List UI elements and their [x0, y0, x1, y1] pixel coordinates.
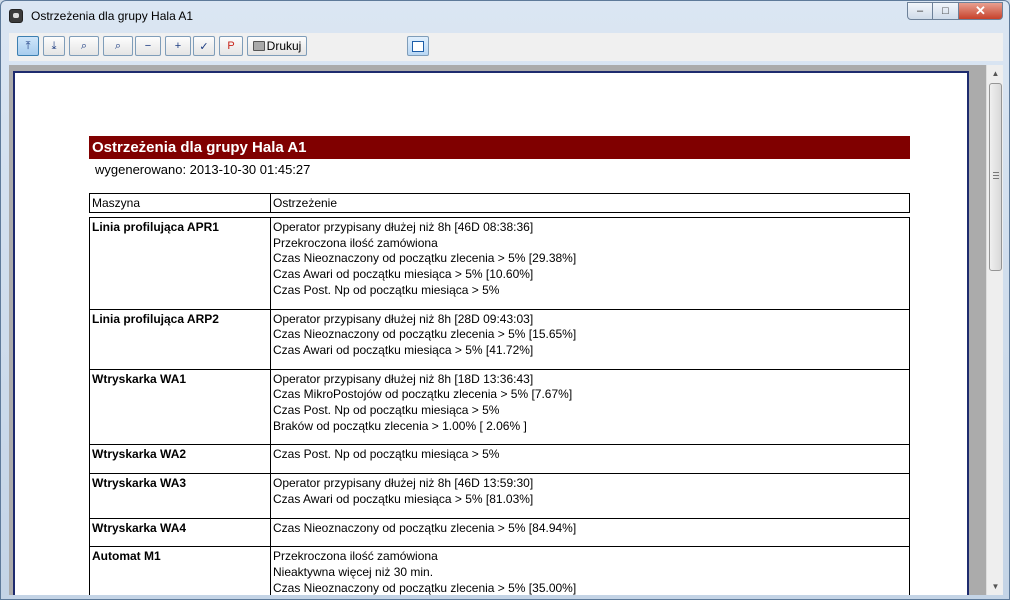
- machine-name: Linia profilująca APR1: [90, 218, 271, 309]
- table-row: Linia profilująca APR1 Operator przypisan…: [90, 218, 909, 309]
- zoom-page-icon: ⌕: [80, 39, 88, 52]
- warning-line: Operator przypisany dłużej niż 8h [46D 0…: [273, 220, 534, 234]
- grip-icon: [993, 172, 999, 179]
- machine-name: Wtryskarka WA1: [90, 369, 271, 445]
- report-page: Ostrzeżenia dla grupy Hala A1 wygenerowa…: [27, 83, 967, 595]
- warning-line: Czas Nieoznaczony od początku zlecenia >…: [273, 520, 577, 535]
- print-label: Drukuj: [266, 39, 302, 53]
- warning-line: Nieaktywna więcej niż 30 min.: [273, 564, 434, 579]
- machine-name: Linia profilująca ARP2: [90, 309, 271, 369]
- warning-line: Czas Nieoznaczony od początku zlecenia >…: [273, 327, 577, 342]
- maximize-button[interactable]: □: [933, 2, 959, 20]
- machine-name: Wtryskarka WA3: [90, 474, 271, 518]
- warning-list: Operator przypisany dłużej niż 8h [28D 0…: [271, 310, 909, 369]
- warning-line: Braków od początku zlecenia > 1.00% [ 2.…: [273, 418, 527, 433]
- warning-list: Czas Post. Np od początku miesiąca > 5%: [271, 445, 909, 473]
- page-frame: Ostrzeżenia dla grupy Hala A1 wygenerowa…: [13, 71, 969, 595]
- header-warning: Ostrzeżenie: [273, 196, 338, 210]
- window-title: Ostrzeżenia dla grupy Hala A1: [31, 9, 194, 23]
- app-icon[interactable]: [9, 9, 23, 23]
- report-window: Ostrzeżenia dla grupy Hala A1 – □ ✕ ⤒ ⤓ …: [0, 0, 1010, 600]
- title-bar[interactable]: Ostrzeżenia dla grupy Hala A1 – □ ✕: [1, 1, 1009, 31]
- table-row: Linia profilująca ARP2 Operator przypisan…: [90, 308, 909, 369]
- table-row: Wtryskarka WA3 Operator przypisany dłużej…: [90, 473, 909, 518]
- table-header: Maszyna Ostrzeżenie: [89, 193, 910, 213]
- warning-line: Operator przypisany dłużej niż 8h [28D 0…: [273, 311, 534, 326]
- machine-name: Wtryskarka WA4: [90, 518, 271, 547]
- last-page-icon: ⤓: [51, 39, 57, 52]
- preview-toolbar: ⤒ ⤓ ⌕ ⌕ − + ✓ P Drukuj: [9, 33, 1003, 61]
- pdf-icon: P: [227, 40, 235, 52]
- scroll-down-arrow-icon[interactable]: ▼: [987, 578, 1003, 595]
- last-page-button[interactable]: ⤓: [43, 36, 65, 56]
- warning-line: Operator przypisany dłużej niż 8h [18D 1…: [273, 371, 534, 386]
- warning-line: Czas Nieoznaczony od początku zlecenia >…: [273, 251, 577, 266]
- warning-line: Czas Post. Np od początku miesiąca > 5%: [273, 282, 500, 297]
- warning-line: Czas Nieoznaczony od początku zlecenia >…: [273, 580, 577, 595]
- scroll-up-arrow-icon[interactable]: ▲: [987, 65, 1003, 82]
- print-button[interactable]: Drukuj: [247, 36, 307, 56]
- warning-line: Przekroczona ilość zamówiona: [273, 235, 438, 250]
- zoom-width-icon: ⌕: [114, 39, 122, 52]
- warnings-table: Linia profilująca APR1 Operator przypisan…: [89, 217, 910, 595]
- warning-line: Przekroczona ilość zamówiona: [273, 549, 438, 564]
- first-page-button[interactable]: ⤒: [17, 36, 39, 56]
- single-page-icon: [412, 40, 424, 52]
- table-row: Wtryskarka WA2 Czas Post. Np od początku …: [90, 444, 909, 474]
- warning-list: Przekroczona ilość zamówiona Nieaktywna w…: [271, 547, 909, 595]
- warning-list: Operator przypisany dłużej niż 8h [46D 0…: [271, 218, 909, 309]
- zoom-out-icon: −: [144, 40, 152, 52]
- machine-name: Automat M1: [90, 547, 271, 595]
- warning-line: Czas Awari od początku miesiąca > 5% [10…: [273, 267, 534, 282]
- warning-line: Czas MikroPostojów od początku zlecenia …: [273, 387, 573, 402]
- checkbox-icon: ✓: [199, 40, 209, 53]
- single-page-button[interactable]: [407, 36, 429, 56]
- close-button[interactable]: ✕: [959, 2, 1003, 20]
- table-row: Wtryskarka WA4 Czas Nieoznaczony od począ…: [90, 517, 909, 547]
- minimize-button[interactable]: –: [907, 2, 933, 20]
- warning-line: Operator przypisany dłużej niż 8h [46D 1…: [273, 476, 534, 491]
- warning-line: Czas Post. Np od początku miesiąca > 5%: [273, 403, 500, 418]
- first-page-icon: ⤒: [25, 39, 31, 52]
- zoom-out-button[interactable]: −: [135, 36, 161, 56]
- table-row: Automat M1 Przekroczona ilość zamówiona Ni…: [90, 546, 909, 595]
- scroll-thumb[interactable]: [989, 83, 1002, 271]
- vertical-scrollbar[interactable]: ▲ ▼: [986, 65, 1003, 595]
- pdf-export-button[interactable]: P: [219, 36, 243, 56]
- machine-name: Wtryskarka WA2: [90, 445, 271, 474]
- zoom-in-button[interactable]: +: [165, 36, 191, 56]
- warning-line: Czas Awari od początku miesiąca > 5% [41…: [273, 342, 534, 357]
- warning-line: Czas Post. Np od początku miesiąca > 5%: [273, 447, 500, 462]
- select-button[interactable]: ✓: [193, 36, 215, 56]
- warning-list: Operator przypisany dłużej niż 8h [46D 1…: [271, 474, 909, 517]
- zoom-in-icon: +: [174, 40, 182, 52]
- header-machine: Maszyna: [90, 194, 271, 212]
- report-title: Ostrzeżenia dla grupy Hala A1: [89, 136, 910, 159]
- generated-timestamp: wygenerowano: 2013-10-30 01:45:27: [95, 162, 311, 177]
- warning-list: Operator przypisany dłużej niż 8h [18D 1…: [271, 370, 909, 445]
- window-controls: – □ ✕: [907, 2, 1003, 20]
- printer-icon: [252, 41, 265, 51]
- table-row: Wtryskarka WA1 Operator przypisany dłużej…: [90, 368, 909, 445]
- warning-line: Czas Awari od początku miesiąca > 5% [81…: [273, 491, 534, 506]
- zoom-page-button[interactable]: ⌕: [69, 36, 99, 56]
- zoom-width-button[interactable]: ⌕: [103, 36, 133, 56]
- preview-viewport[interactable]: Ostrzeżenia dla grupy Hala A1 wygenerowa…: [9, 65, 1003, 595]
- warning-list: Czas Nieoznaczony od początku zlecenia >…: [271, 519, 909, 547]
